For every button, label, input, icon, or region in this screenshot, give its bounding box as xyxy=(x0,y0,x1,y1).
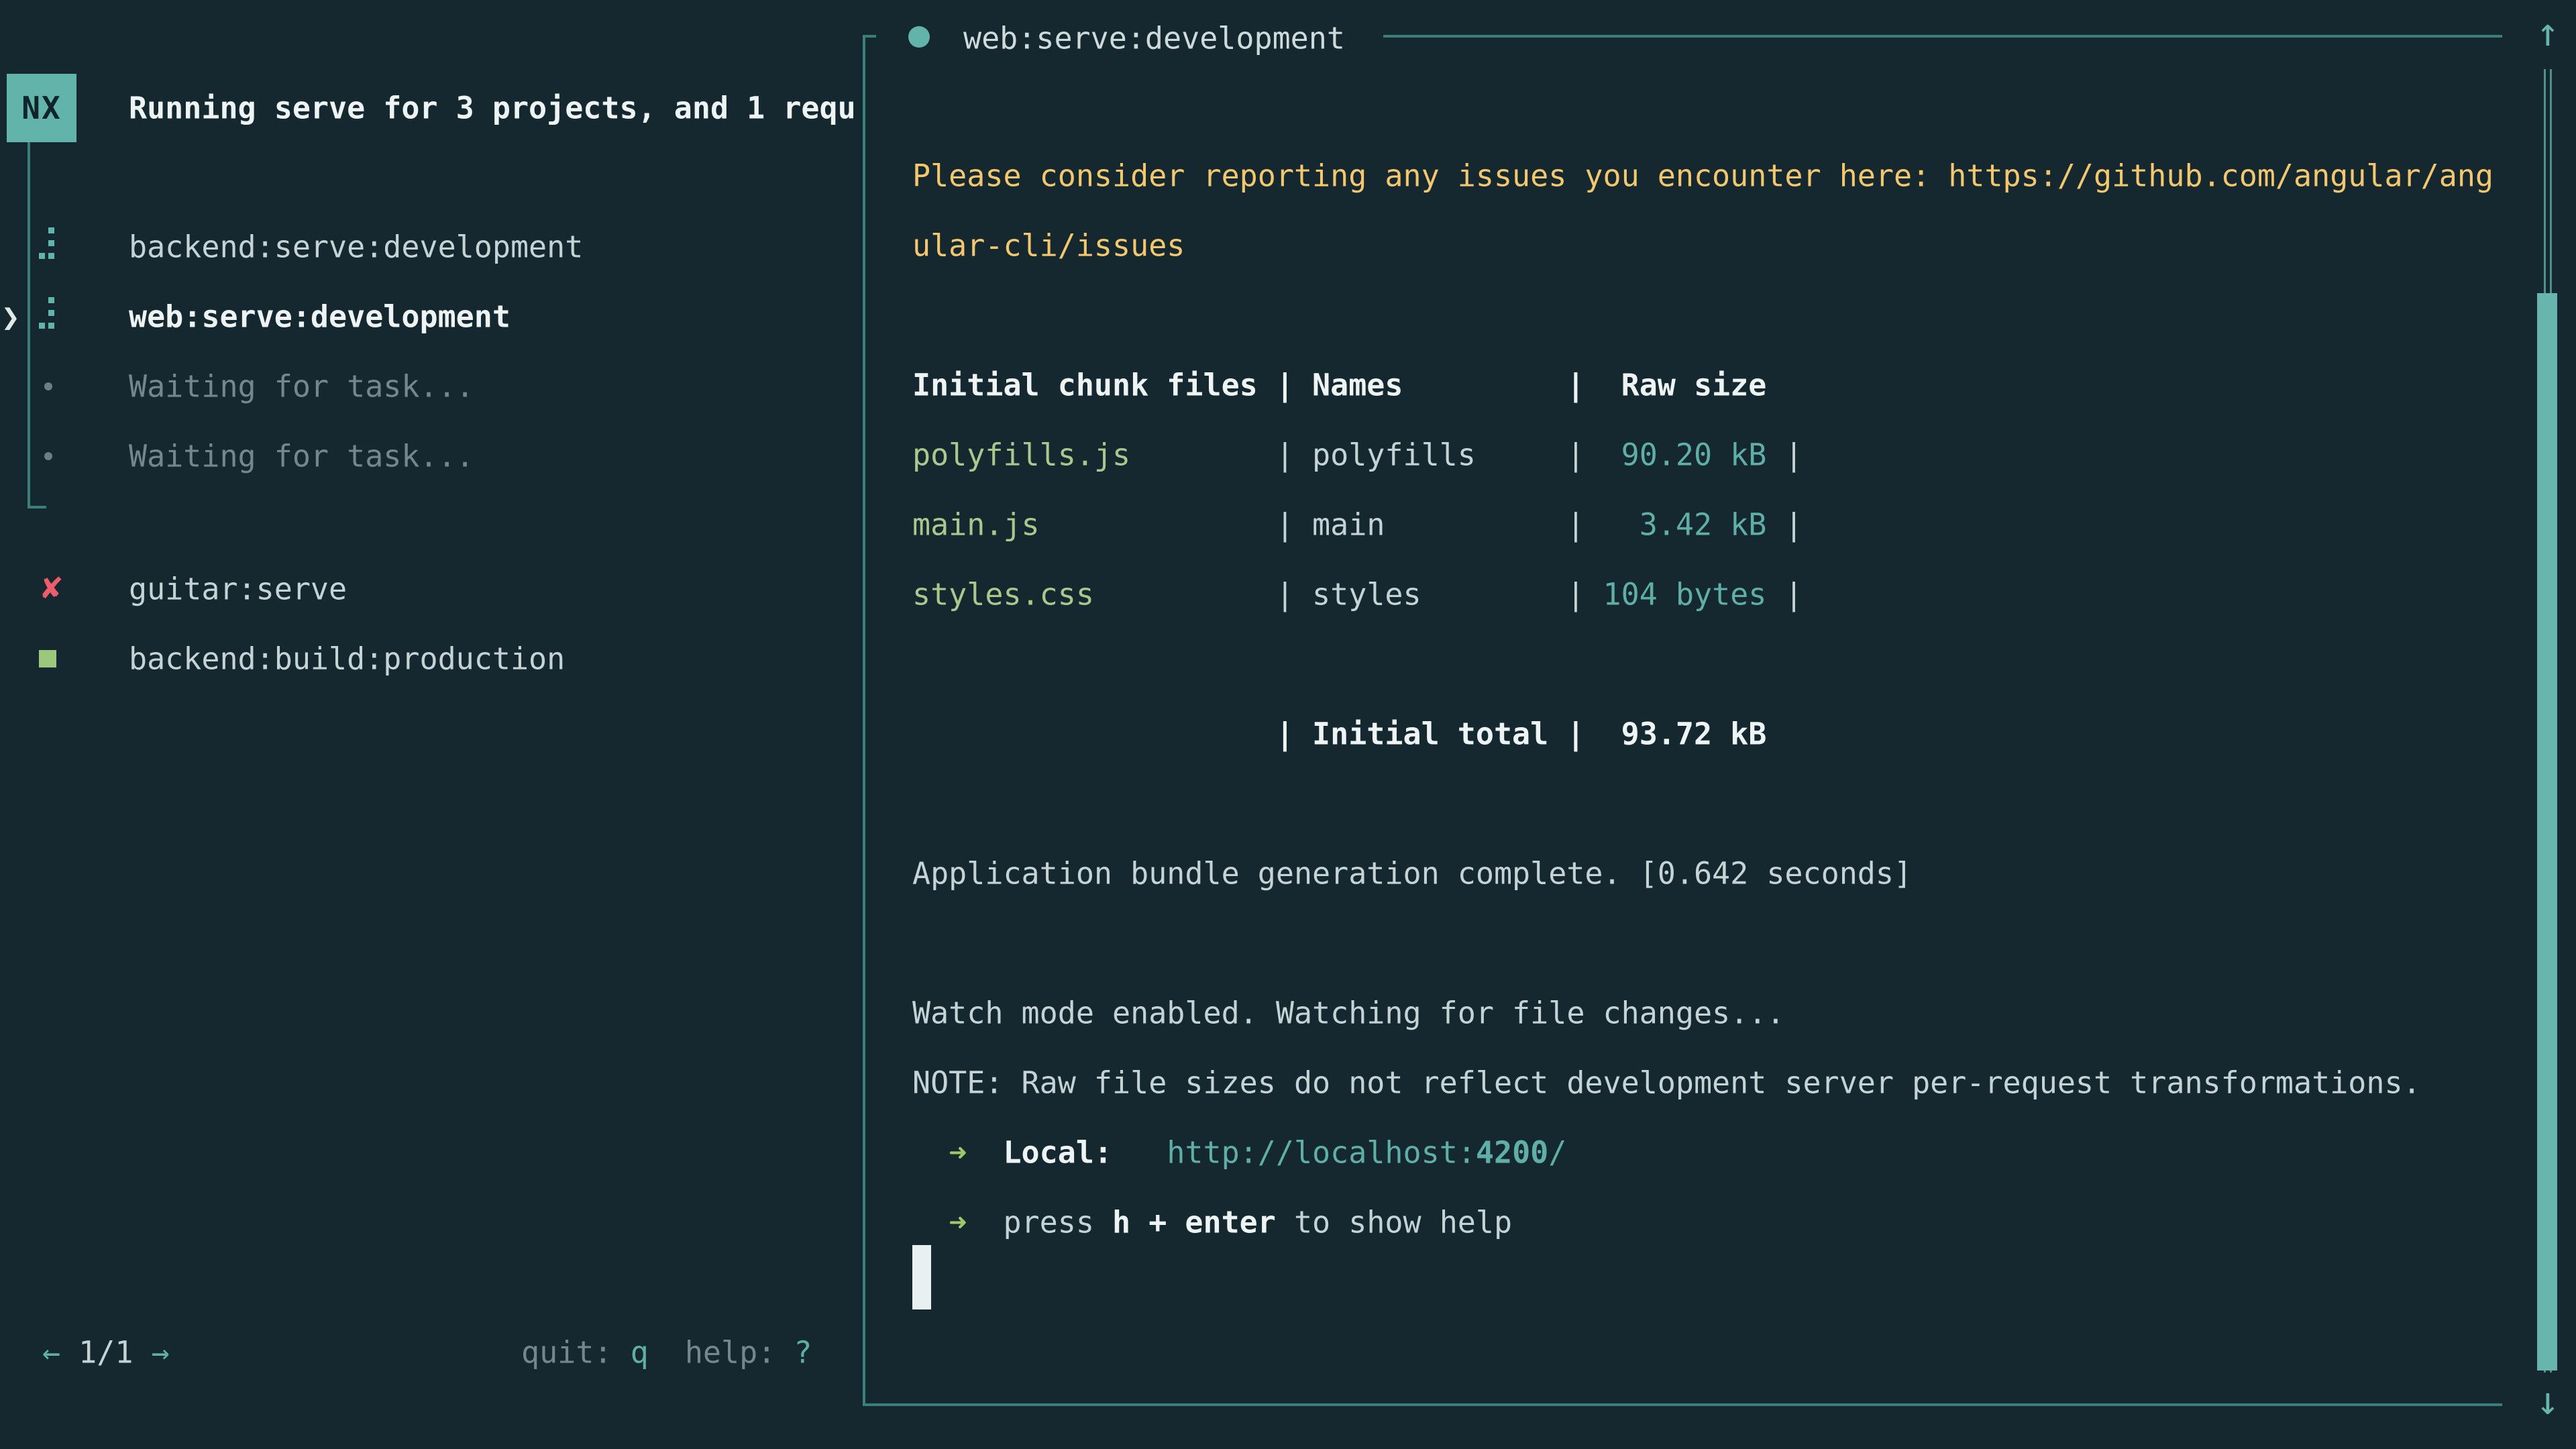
terminal-line: ular-cli/issues xyxy=(912,228,1185,264)
help-hint-label: help: xyxy=(649,1335,794,1371)
waiting-dot-icon xyxy=(44,382,52,390)
waiting-dot-icon xyxy=(44,452,52,460)
line-segment: NOTE: Raw file sizes do not reflect deve… xyxy=(912,1065,2421,1101)
line-segment: | polyfills | xyxy=(1130,437,1603,473)
line-segment xyxy=(1167,1205,1185,1240)
line-segment: Application bundle generation complete. … xyxy=(912,856,1912,892)
terminal-line: ➜ press h + enter to show help xyxy=(912,1205,1512,1240)
line-segment: 4200 xyxy=(1476,1135,1548,1171)
line-segment: h xyxy=(1112,1205,1130,1240)
line-segment: styles.css xyxy=(912,577,1094,612)
line-segment: to show help xyxy=(1276,1205,1512,1240)
line-segment: Please consider reporting any issues you… xyxy=(912,158,2493,194)
line-segment: enter xyxy=(1185,1205,1275,1240)
line-segment: | xyxy=(1766,577,1803,612)
selected-chevron-icon: ❯ xyxy=(1,299,20,335)
task-status-icon-slot: ✘ xyxy=(39,574,64,604)
line-segment: / xyxy=(1548,1135,1566,1171)
line-segment: http://localhost: xyxy=(1167,1135,1476,1171)
task-row[interactable]: ✘ guitar:serve xyxy=(0,554,852,624)
line-segment xyxy=(967,1205,1003,1240)
line-segment: 3.42 kB xyxy=(1603,507,1767,543)
line-segment: 104 bytes xyxy=(1603,577,1767,612)
next-page-arrow[interactable]: → xyxy=(152,1335,170,1371)
panel-border-left xyxy=(863,35,865,1406)
help-hints: quit: q help: ? xyxy=(521,1335,812,1371)
prev-page-arrow[interactable]: ← xyxy=(42,1335,60,1371)
panel-title: web:serve:development xyxy=(963,21,1345,56)
line-segment: main.js xyxy=(912,507,1040,543)
terminal-cursor xyxy=(912,1245,931,1309)
line-segment xyxy=(1112,1135,1167,1171)
page-indicator: 1/1 xyxy=(60,1335,151,1371)
task-row[interactable]: backend:build:production xyxy=(0,624,852,694)
task-status-icon-slot xyxy=(39,452,52,460)
task-status-icon-slot xyxy=(39,650,56,667)
pagination: ← 1/1 → xyxy=(42,1335,170,1371)
task-label: Waiting for task... xyxy=(129,369,474,405)
scroll-down-icon[interactable]: ↓ xyxy=(2528,1378,2568,1424)
panel-border-top xyxy=(1383,35,2502,38)
task-status-icon-slot xyxy=(39,227,54,266)
spinner-icon xyxy=(39,227,54,259)
line-segment: | styles | xyxy=(1094,577,1603,612)
line-segment xyxy=(1130,1205,1148,1240)
task-label: guitar:serve xyxy=(129,572,347,607)
task-status-icon-slot xyxy=(39,297,54,336)
task-status-dot-icon xyxy=(908,26,930,48)
line-segment: | xyxy=(1766,437,1803,473)
terminal-line: | Initial total | 93.72 kB xyxy=(912,716,1766,752)
terminal-line: Application bundle generation complete. … xyxy=(912,856,1912,892)
quit-key: q xyxy=(631,1335,649,1371)
line-segment xyxy=(912,1135,949,1171)
terminal-line: polyfills.js | polyfills | 90.20 kB | xyxy=(912,437,1803,473)
task-tree-corner xyxy=(28,506,46,508)
line-segment: ular-cli/issues xyxy=(912,228,1185,264)
task-label: Waiting for task... xyxy=(129,439,474,474)
terminal-line: main.js | main | 3.42 kB | xyxy=(912,507,1803,543)
nx-logo: NX xyxy=(7,74,76,142)
terminal-line: Watch mode enabled. Watching for file ch… xyxy=(912,996,1784,1031)
terminal-line: Please consider reporting any issues you… xyxy=(912,158,2493,194)
line-segment: press xyxy=(1003,1205,1112,1240)
line-segment: polyfills.js xyxy=(912,437,1130,473)
line-segment: 90.20 kB xyxy=(1603,437,1767,473)
line-segment: Initial chunk files | Names | Raw size xyxy=(912,368,1766,403)
terminal-line: Initial chunk files | Names | Raw size xyxy=(912,368,1766,403)
panel-border-bottom xyxy=(863,1403,2502,1406)
line-segment: | Initial total | 93.72 kB xyxy=(912,716,1766,752)
line-segment: + xyxy=(1148,1205,1167,1240)
success-square-icon xyxy=(39,650,56,667)
line-segment: | xyxy=(1766,507,1803,543)
quit-hint-label: quit: xyxy=(521,1335,631,1371)
panel-border-top-stub xyxy=(863,35,876,38)
task-row[interactable]: Waiting for task... xyxy=(0,352,852,421)
help-key: ? xyxy=(794,1335,812,1371)
sidebar-title: Running serve for 3 projects, and 1 requ xyxy=(129,91,856,126)
scrollbar-thumb[interactable] xyxy=(2537,293,2557,1371)
line-segment: | main | xyxy=(1040,507,1603,543)
task-status-icon-slot xyxy=(39,382,52,390)
spinner-icon xyxy=(39,297,54,329)
line-segment xyxy=(912,1205,949,1240)
task-label: web:serve:development xyxy=(129,299,511,335)
task-row[interactable]: backend:serve:development xyxy=(0,212,852,282)
line-segment: ➜ xyxy=(949,1205,967,1240)
terminal-line: styles.css | styles | 104 bytes | xyxy=(912,577,1803,612)
task-row[interactable]: ❯ web:serve:development xyxy=(0,282,852,352)
line-segment: Watch mode enabled. Watching for file ch… xyxy=(912,996,1784,1031)
task-label: backend:serve:development xyxy=(129,229,583,265)
terminal-line: ➜ Local: http://localhost:4200/ xyxy=(912,1135,1566,1171)
line-segment: Local: xyxy=(1003,1135,1112,1171)
scroll-up-icon[interactable]: ↑ xyxy=(2528,9,2568,55)
task-label: backend:build:production xyxy=(129,641,565,677)
failed-cross-icon: ✘ xyxy=(39,574,64,604)
terminal-line: NOTE: Raw file sizes do not reflect deve… xyxy=(912,1065,2421,1101)
line-segment xyxy=(967,1135,1003,1171)
nx-terminal-ui: NX Running serve for 3 projects, and 1 r… xyxy=(0,0,2576,1449)
task-row[interactable]: Waiting for task... xyxy=(0,421,852,491)
line-segment: ➜ xyxy=(949,1135,967,1171)
